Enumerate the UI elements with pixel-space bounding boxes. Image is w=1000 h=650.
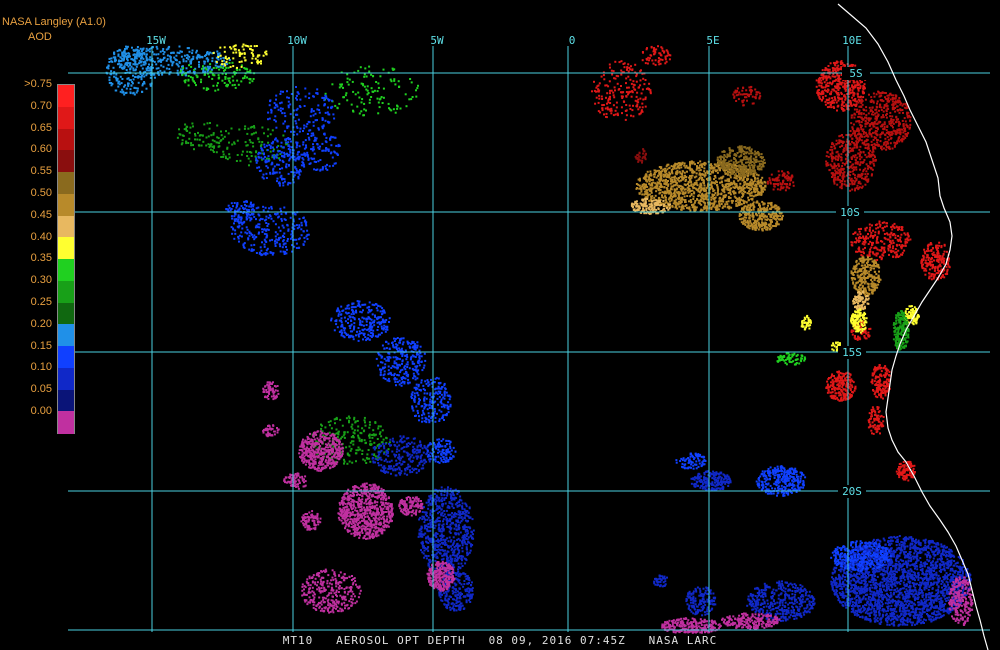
legend-swatch (58, 389, 74, 412)
legend-swatch (58, 237, 74, 260)
legend-swatch (58, 346, 74, 369)
aod-cluster (641, 45, 672, 66)
aod-cluster (426, 560, 456, 592)
aod-cluster (732, 85, 762, 107)
legend-swatch (58, 106, 74, 129)
aod-cluster (330, 300, 391, 342)
aod-cluster (375, 337, 427, 387)
legend-label: 0.25 (30, 296, 52, 308)
aod-cluster (690, 470, 732, 492)
legend-swatch (58, 172, 74, 195)
legend-swatch (58, 193, 74, 216)
aod-cluster (653, 574, 668, 588)
aod-cluster (426, 438, 457, 464)
lon-label: 10E (842, 34, 862, 47)
legend-label: 0.55 (30, 165, 52, 178)
footer-caption: MT10 AEROSOL OPT DEPTH 08 09, 2016 07:45… (0, 634, 1000, 647)
aod-cluster (755, 465, 807, 497)
aod-map: 15W 10W 5W 0 5E 10E 5S 10S 15S 20S (68, 3, 990, 650)
footer-credit: NASA LARC (648, 634, 718, 647)
aod-cluster (262, 424, 280, 438)
aod-cluster (591, 60, 652, 121)
aod-cluster (300, 510, 322, 531)
legend-label: 0.45 (30, 208, 52, 221)
aod-cluster (105, 45, 156, 96)
aod-cluster (870, 364, 891, 400)
lon-label: 10W (287, 34, 307, 47)
lon-label: 15W (146, 34, 166, 47)
aod-cluster (850, 220, 912, 262)
legend-label: 0.50 (30, 187, 52, 199)
lon-label: 0 (569, 34, 576, 47)
axis-labels: 15W 10W 5W 0 5E 10E 5S 10S 15S 20S (146, 34, 870, 498)
aod-cluster (715, 145, 766, 177)
aod-cluster (661, 617, 722, 634)
aod-cluster (825, 370, 857, 402)
legend-swatch (58, 150, 74, 173)
legend-swatch (58, 128, 74, 151)
source-label: NASA Langley (A1.0) (2, 16, 106, 28)
aod-cluster (262, 381, 280, 401)
aod-cluster (850, 256, 882, 297)
legend-label: 0.30 (30, 274, 52, 287)
aod-cluster (738, 200, 784, 232)
footer-title: AEROSOL OPT DEPTH (336, 634, 466, 647)
aod-cluster (830, 535, 972, 627)
aod-data-layer (105, 43, 974, 634)
legend-label: 0.20 (30, 317, 52, 330)
footer-date: 08 09, 2016 (488, 634, 573, 647)
aod-cluster (302, 132, 341, 172)
lat-label: 15S (842, 346, 862, 359)
legend-swatch (58, 411, 74, 434)
lat-label: 10S (840, 206, 860, 219)
footer-time: 07:45Z (580, 634, 626, 647)
legend-swatch (58, 367, 74, 390)
aod-cluster (746, 580, 816, 622)
legend-label: >0.75 (24, 78, 52, 90)
aod-cluster (721, 612, 781, 630)
lon-label: 5W (430, 34, 444, 47)
aod-cluster (825, 130, 877, 192)
legend-swatch (58, 215, 74, 238)
lat-label: 20S (842, 485, 862, 498)
legend-label: 0.00 (30, 405, 52, 417)
aod-cluster (371, 435, 432, 477)
lat-label: 5S (849, 67, 862, 80)
aod-cluster (410, 376, 452, 424)
legend-swatch (58, 85, 74, 108)
aod-cluster (776, 352, 807, 366)
variable-label: AOD (28, 31, 52, 43)
legend-label: 0.35 (30, 252, 52, 265)
aod-cluster (398, 496, 424, 517)
legend-swatch (58, 259, 74, 282)
legend-label: 0.70 (30, 99, 52, 112)
aod-cluster (634, 148, 647, 164)
legend-swatch (58, 302, 74, 325)
aod-cluster (283, 472, 307, 490)
legend-swatch (58, 324, 74, 347)
legend-color-bar (57, 84, 75, 434)
aod-cluster (766, 170, 795, 192)
aod-cluster (255, 137, 307, 187)
legend-swatch (58, 280, 74, 303)
legend-label: 0.10 (30, 361, 52, 374)
legend-label: 0.60 (30, 143, 52, 156)
legend-label: 0.15 (30, 339, 52, 352)
aod-cluster (895, 460, 916, 482)
legend-label: 0.65 (30, 121, 52, 134)
legend-label: 0.05 (30, 383, 52, 396)
footer-product: MT10 (282, 634, 314, 647)
legend-label: 0.40 (30, 230, 52, 243)
aod-cluster (685, 586, 717, 617)
aod-cluster (867, 406, 885, 435)
aod-cluster (920, 241, 951, 281)
aod-cluster (800, 314, 812, 331)
lon-label: 5E (706, 34, 719, 47)
aod-cluster (301, 568, 362, 614)
aod-cluster (176, 122, 222, 151)
aod-cluster (675, 452, 707, 470)
